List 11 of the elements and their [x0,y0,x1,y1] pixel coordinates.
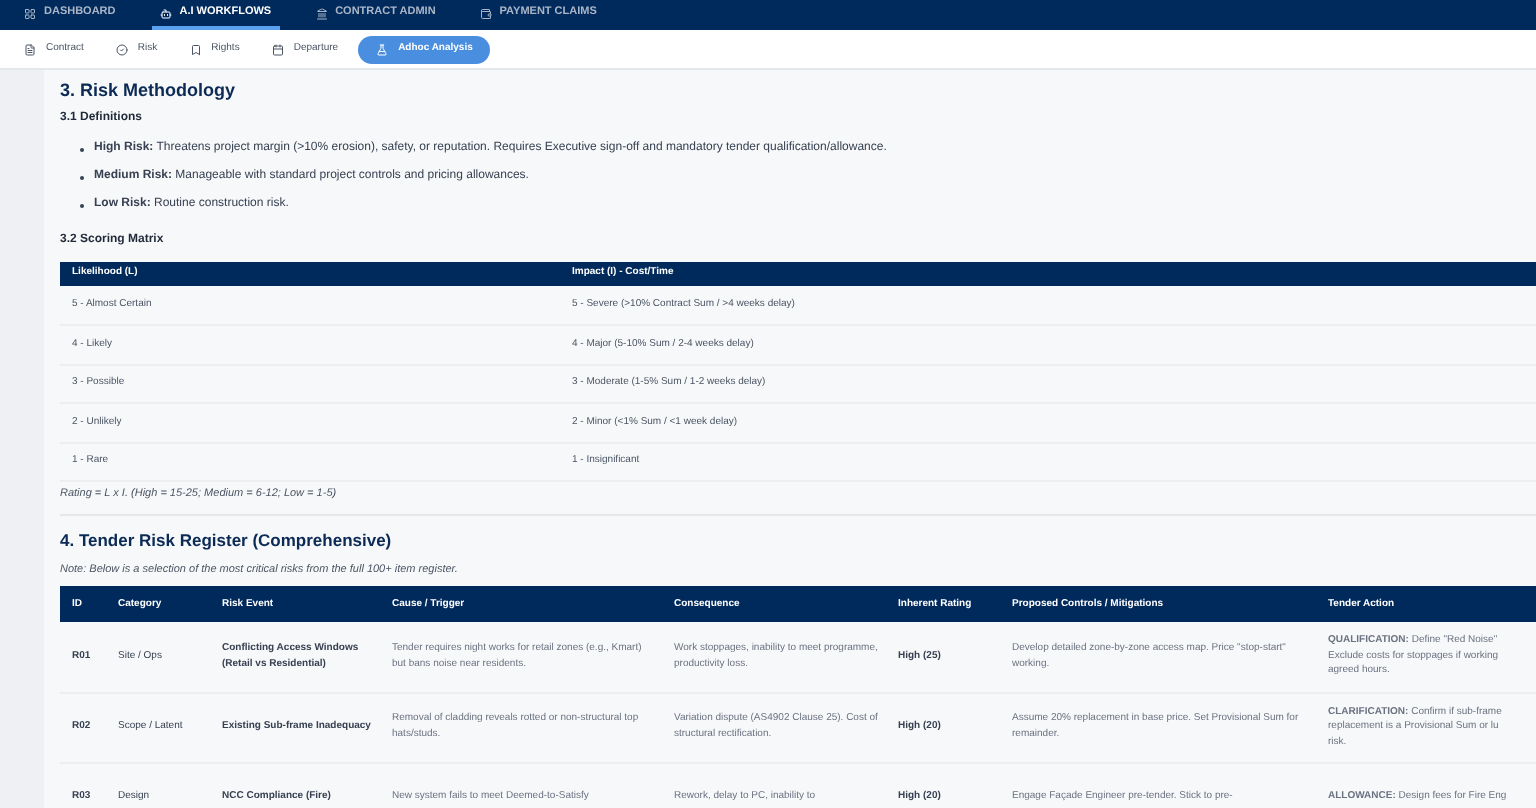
section-heading: 4. Tender Risk Register (Comprehensive) [60,528,394,554]
tab-icon [189,43,202,55]
tab-icon [24,43,36,55]
nav-icon [479,7,492,19]
section-heading: 3. Risk Methodology [60,77,238,104]
tab-icon [271,43,284,55]
nav-icon [24,7,36,19]
tab-icon [376,43,389,55]
nav-icon [159,7,172,19]
tab-icon [115,43,128,55]
nav-icon [315,7,328,19]
